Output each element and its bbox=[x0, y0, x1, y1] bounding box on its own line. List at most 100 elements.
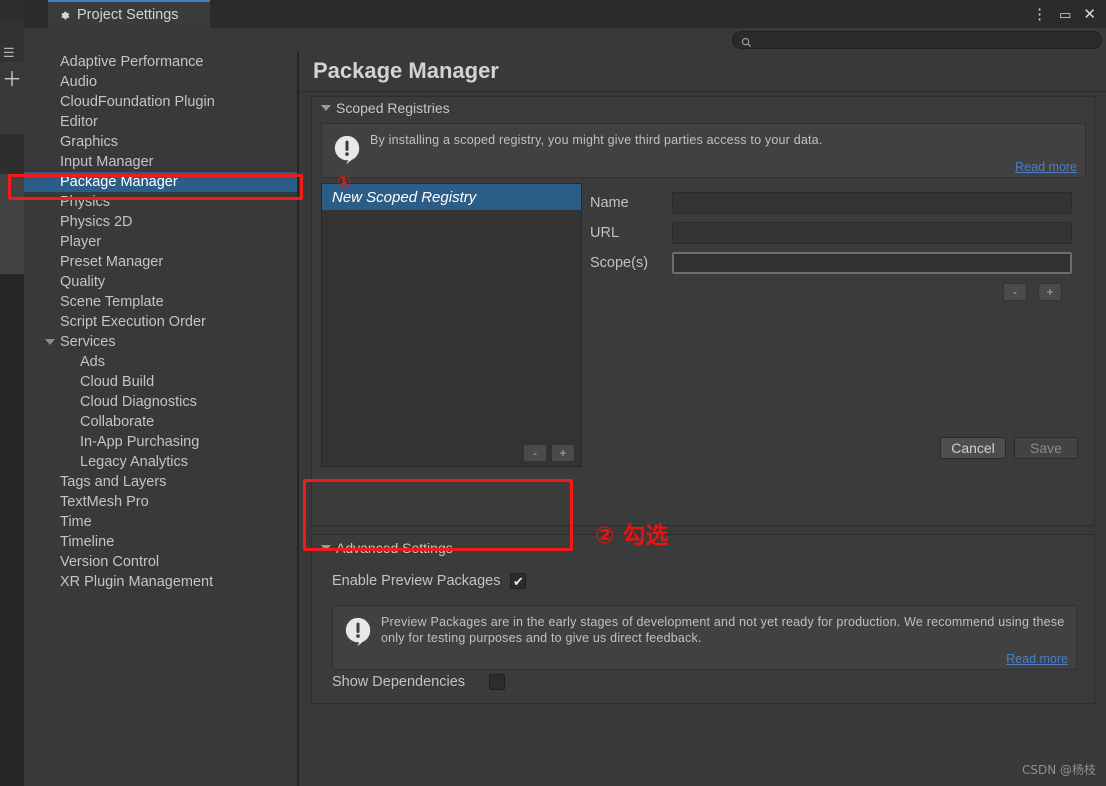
sidebar-item-label: Package Manager bbox=[60, 174, 178, 190]
sidebar-item-label: Services bbox=[60, 334, 116, 350]
read-more-link[interactable]: Read more bbox=[1006, 652, 1068, 666]
sidebar-item-scene-template[interactable]: Scene Template bbox=[24, 292, 297, 312]
scoped-registries-header[interactable]: Scoped Registries bbox=[312, 97, 1094, 119]
search-box[interactable] bbox=[732, 31, 1102, 49]
sidebar-item-textmesh-pro[interactable]: TextMesh Pro bbox=[24, 492, 297, 512]
settings-sidebar[interactable]: Adaptive Performance Audio CloudFoundation… bbox=[24, 52, 297, 786]
advanced-settings-header[interactable]: Advanced Settings bbox=[312, 535, 1094, 561]
window-tab-bar: Project Settings ⋮ ▭ ✕ bbox=[24, 0, 1106, 28]
enable-preview-packages-checkbox[interactable]: ✔ bbox=[510, 573, 527, 589]
more-options-icon[interactable]: ⋮ bbox=[1032, 7, 1047, 22]
tab-project-settings[interactable]: Project Settings bbox=[48, 0, 210, 28]
sidebar-item-script-execution-order[interactable]: Script Execution Order bbox=[24, 312, 297, 332]
window-controls: ⋮ ▭ ✕ bbox=[1032, 0, 1102, 28]
sidebar-item-label: Input Manager bbox=[60, 154, 154, 170]
scoped-registries-panel: Scoped Registries By installing a scoped… bbox=[311, 96, 1095, 526]
search-icon bbox=[741, 35, 752, 47]
registry-list[interactable]: New Scoped Registry - + bbox=[321, 183, 582, 467]
sidebar-item-collaborate[interactable]: Collaborate bbox=[24, 412, 297, 432]
warning-icon bbox=[343, 616, 373, 647]
sidebar-item-quality[interactable]: Quality bbox=[24, 272, 297, 292]
scoped-registries-helpbox: By installing a scoped registry, you mig… bbox=[321, 123, 1086, 178]
maximize-icon[interactable]: ▭ bbox=[1059, 8, 1071, 21]
cancel-button[interactable]: Cancel bbox=[940, 437, 1006, 459]
sidebar-item-label: Quality bbox=[60, 274, 106, 290]
search-bar-row bbox=[24, 28, 1106, 52]
sidebar-item-package-manager[interactable]: Package Manager bbox=[24, 172, 297, 192]
show-dependencies-label: Show Dependencies bbox=[332, 674, 466, 690]
sidebar-item-cloud-diagnostics[interactable]: Cloud Diagnostics bbox=[24, 392, 297, 412]
left-strip-segment bbox=[0, 274, 24, 786]
chevron-down-icon[interactable] bbox=[45, 339, 55, 345]
chevron-down-icon[interactable] bbox=[321, 105, 331, 111]
sidebar-item-in-app-purchasing[interactable]: In-App Purchasing bbox=[24, 432, 297, 452]
sidebar-item-label: Scene Template bbox=[60, 294, 164, 310]
sidebar-item-editor[interactable]: Editor bbox=[24, 112, 297, 132]
page-title: Package Manager bbox=[313, 58, 499, 83]
scopes-field-row: Scope(s) bbox=[590, 251, 1086, 275]
remove-scope-button[interactable]: - bbox=[1003, 283, 1027, 301]
name-field-row: Name bbox=[590, 191, 1086, 215]
sidebar-item-label: Editor bbox=[60, 114, 98, 130]
sidebar-item-cloud-build[interactable]: Cloud Build bbox=[24, 372, 297, 392]
search-input[interactable] bbox=[756, 34, 1086, 46]
show-dependencies-row[interactable]: Show Dependencies bbox=[332, 674, 506, 690]
add-scope-button[interactable]: + bbox=[1038, 283, 1062, 301]
add-registry-button[interactable]: + bbox=[551, 444, 575, 462]
sidebar-item-version-control[interactable]: Version Control bbox=[24, 552, 297, 572]
title-separator bbox=[299, 91, 1106, 92]
list-item[interactable]: New Scoped Registry bbox=[322, 184, 581, 210]
enable-preview-packages-row[interactable]: Enable Preview Packages ✔ bbox=[332, 573, 527, 589]
sidebar-item-ads[interactable]: Ads bbox=[24, 352, 297, 372]
sidebar-item-physics-2d[interactable]: Physics 2D bbox=[24, 212, 297, 232]
sidebar-item-label: Collaborate bbox=[80, 414, 155, 430]
sidebar-item-label: Cloud Diagnostics bbox=[80, 394, 197, 410]
sidebar-item-time[interactable]: Time bbox=[24, 512, 297, 532]
sidebar-item-physics[interactable]: Physics bbox=[24, 192, 297, 212]
remove-registry-button[interactable]: - bbox=[523, 444, 547, 462]
sidebar-item-label: Ads bbox=[80, 354, 105, 370]
list-icon[interactable]: ☰ bbox=[3, 46, 15, 59]
sidebar-item-graphics[interactable]: Graphics bbox=[24, 132, 297, 152]
sidebar-item-audio[interactable]: Audio bbox=[24, 72, 297, 92]
sidebar-item-label: Version Control bbox=[60, 554, 160, 570]
sidebar-item-cloudfoundation-plugin[interactable]: CloudFoundation Plugin bbox=[24, 92, 297, 112]
scoped-registries-help-text: By installing a scoped registry, you mig… bbox=[370, 133, 823, 147]
left-strip-segment bbox=[0, 174, 24, 274]
save-button[interactable]: Save bbox=[1014, 437, 1078, 459]
plus-icon[interactable]: ＋ bbox=[2, 70, 22, 90]
preview-packages-help-text: Preview Packages are in the early stages… bbox=[381, 615, 1065, 645]
scopes-input[interactable] bbox=[672, 252, 1072, 274]
chevron-down-icon[interactable] bbox=[321, 545, 331, 551]
name-label: Name bbox=[590, 195, 629, 211]
main-content: Package Manager Scoped Registries By ins… bbox=[299, 52, 1106, 786]
url-label: URL bbox=[590, 225, 620, 241]
sidebar-item-label: Script Execution Order bbox=[60, 314, 206, 330]
registry-list-footer: - + bbox=[322, 440, 581, 466]
sidebar-item-label: Player bbox=[60, 234, 102, 250]
preview-packages-helpbox: Preview Packages are in the early stages… bbox=[332, 605, 1077, 670]
sidebar-item-preset-manager[interactable]: Preset Manager bbox=[24, 252, 297, 272]
check-icon: ✔ bbox=[513, 573, 524, 589]
read-more-link[interactable]: Read more bbox=[1015, 160, 1077, 174]
sidebar-item-label: Graphics bbox=[60, 134, 119, 150]
left-strip-segment bbox=[0, 134, 24, 174]
name-input[interactable] bbox=[672, 192, 1072, 214]
sidebar-item-label: CloudFoundation Plugin bbox=[60, 94, 215, 110]
sidebar-item-label: Timeline bbox=[60, 534, 115, 550]
url-input[interactable] bbox=[672, 222, 1072, 244]
close-icon[interactable]: ✕ bbox=[1083, 7, 1096, 22]
sidebar-item-adaptive-performance[interactable]: Adaptive Performance bbox=[24, 52, 297, 72]
show-dependencies-checkbox[interactable] bbox=[489, 674, 506, 690]
sidebar-item-services[interactable]: Services bbox=[24, 332, 297, 352]
sidebar-item-tags-and-layers[interactable]: Tags and Layers bbox=[24, 472, 297, 492]
sidebar-item-legacy-analytics[interactable]: Legacy Analytics bbox=[24, 452, 297, 472]
sidebar-item-xr-plugin-management[interactable]: XR Plugin Management bbox=[24, 572, 297, 592]
sidebar-item-timeline[interactable]: Timeline bbox=[24, 532, 297, 552]
app-window: ☰ ＋ Project Settings ⋮ ▭ ✕ Adaptive Perf… bbox=[0, 0, 1106, 786]
sidebar-item-input-manager[interactable]: Input Manager bbox=[24, 152, 297, 172]
scoped-registries-label: Scoped Registries bbox=[336, 100, 450, 116]
scopes-label: Scope(s) bbox=[590, 255, 649, 271]
enable-preview-packages-label: Enable Preview Packages bbox=[332, 573, 501, 589]
sidebar-item-player[interactable]: Player bbox=[24, 232, 297, 252]
